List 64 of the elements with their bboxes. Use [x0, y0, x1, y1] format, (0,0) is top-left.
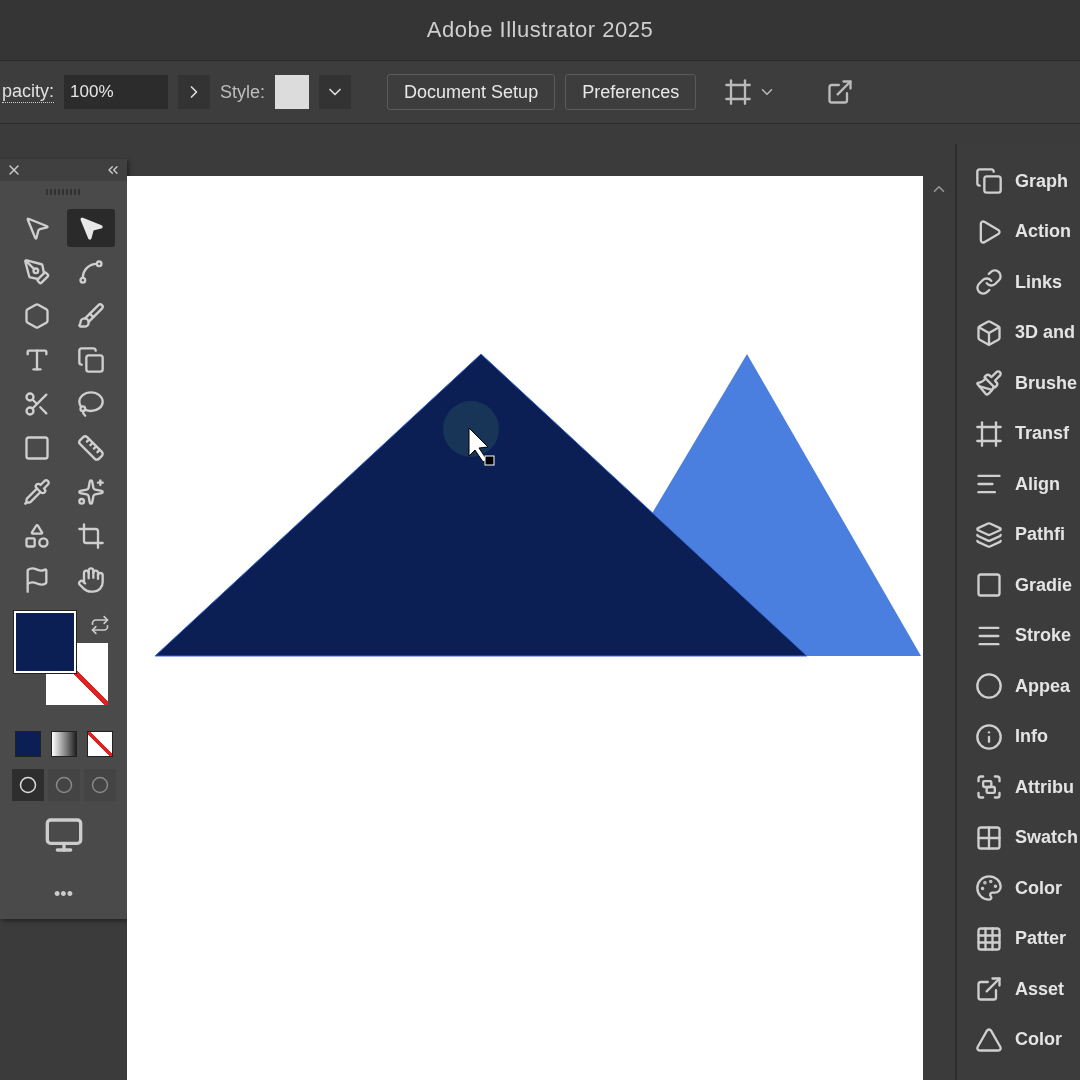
cursor-icon [443, 401, 499, 466]
opacity-field[interactable]: 100% [64, 75, 169, 109]
info-icon [975, 722, 1003, 751]
panel-item[interactable]: Attribu [957, 762, 1080, 813]
panel-item[interactable]: Appea [957, 661, 1080, 712]
grid-icon [975, 823, 1003, 852]
panel-item[interactable]: Graph [957, 156, 1080, 207]
draw-mode-button[interactable] [11, 769, 44, 801]
circle-icon [975, 672, 1003, 701]
screen-mode-icon[interactable] [43, 815, 84, 855]
circle-icon [90, 776, 109, 794]
sparkle-icon [76, 478, 105, 506]
overlapping-squares-icon [975, 167, 1003, 196]
panel-item[interactable]: Color [957, 1014, 1080, 1065]
circle-icon [18, 776, 37, 794]
panel-item[interactable]: Action [957, 206, 1080, 257]
layers-icon [975, 520, 1003, 549]
panel-item[interactable]: Patter [957, 913, 1080, 964]
frame-icon [975, 419, 1003, 448]
eyedropper-icon [22, 478, 51, 506]
link-icon [975, 268, 1003, 297]
panel-item[interactable]: Info [957, 711, 1080, 762]
tool-button[interactable] [66, 209, 115, 247]
overlapping-squares-icon [76, 346, 105, 374]
more-tools-button[interactable]: ••• [54, 884, 73, 905]
lasso-icon [76, 390, 105, 418]
brushes-icon [975, 369, 1003, 398]
palette-icon [975, 874, 1003, 903]
toolbar-button[interactable]: Document Setup [387, 74, 556, 110]
share-icon[interactable] [826, 78, 855, 106]
window-title: Adobe Illustrator 2025 [426, 17, 654, 43]
gradient-mode-swatch[interactable] [50, 731, 77, 757]
panel-item[interactable]: Asset [957, 964, 1080, 1015]
brush-icon [76, 302, 105, 330]
hand-icon [76, 566, 105, 594]
style-swatch[interactable] [275, 75, 310, 109]
color-mode-swatch[interactable] [14, 731, 41, 757]
crop-icon [76, 522, 105, 550]
hexagon-icon [22, 302, 51, 330]
panel-item[interactable]: Stroke [957, 610, 1080, 661]
frame-icon [724, 78, 753, 106]
circle-icon [54, 776, 73, 794]
cube-icon [975, 318, 1003, 347]
pen-icon [22, 258, 51, 286]
curved-pen-icon [76, 258, 105, 286]
panel-item[interactable]: Transf [957, 408, 1080, 459]
none-mode-swatch[interactable] [86, 731, 113, 757]
panel-item[interactable]: Brushe [957, 358, 1080, 409]
panel-item[interactable]: 3D and [957, 307, 1080, 358]
triangle-icon [975, 1025, 1003, 1054]
fill-stroke-swatch[interactable] [13, 611, 110, 707]
panel-item[interactable]: Align [957, 459, 1080, 510]
ruler-icon [76, 434, 105, 462]
panel-item[interactable]: Color [957, 863, 1080, 914]
swap-icon[interactable] [89, 615, 110, 635]
pattern-icon [975, 924, 1003, 953]
panel-item[interactable]: Gradie [957, 560, 1080, 611]
panel-item[interactable]: Links [957, 257, 1080, 308]
external-link-icon [975, 975, 1003, 1004]
panel-item[interactable]: Pathfi [957, 509, 1080, 560]
toolbar-button[interactable]: Preferences [565, 74, 697, 110]
style-label: Style: [220, 81, 266, 103]
panel-item[interactable]: Swatch [957, 812, 1080, 863]
opacity-label: pacity: [2, 81, 55, 103]
